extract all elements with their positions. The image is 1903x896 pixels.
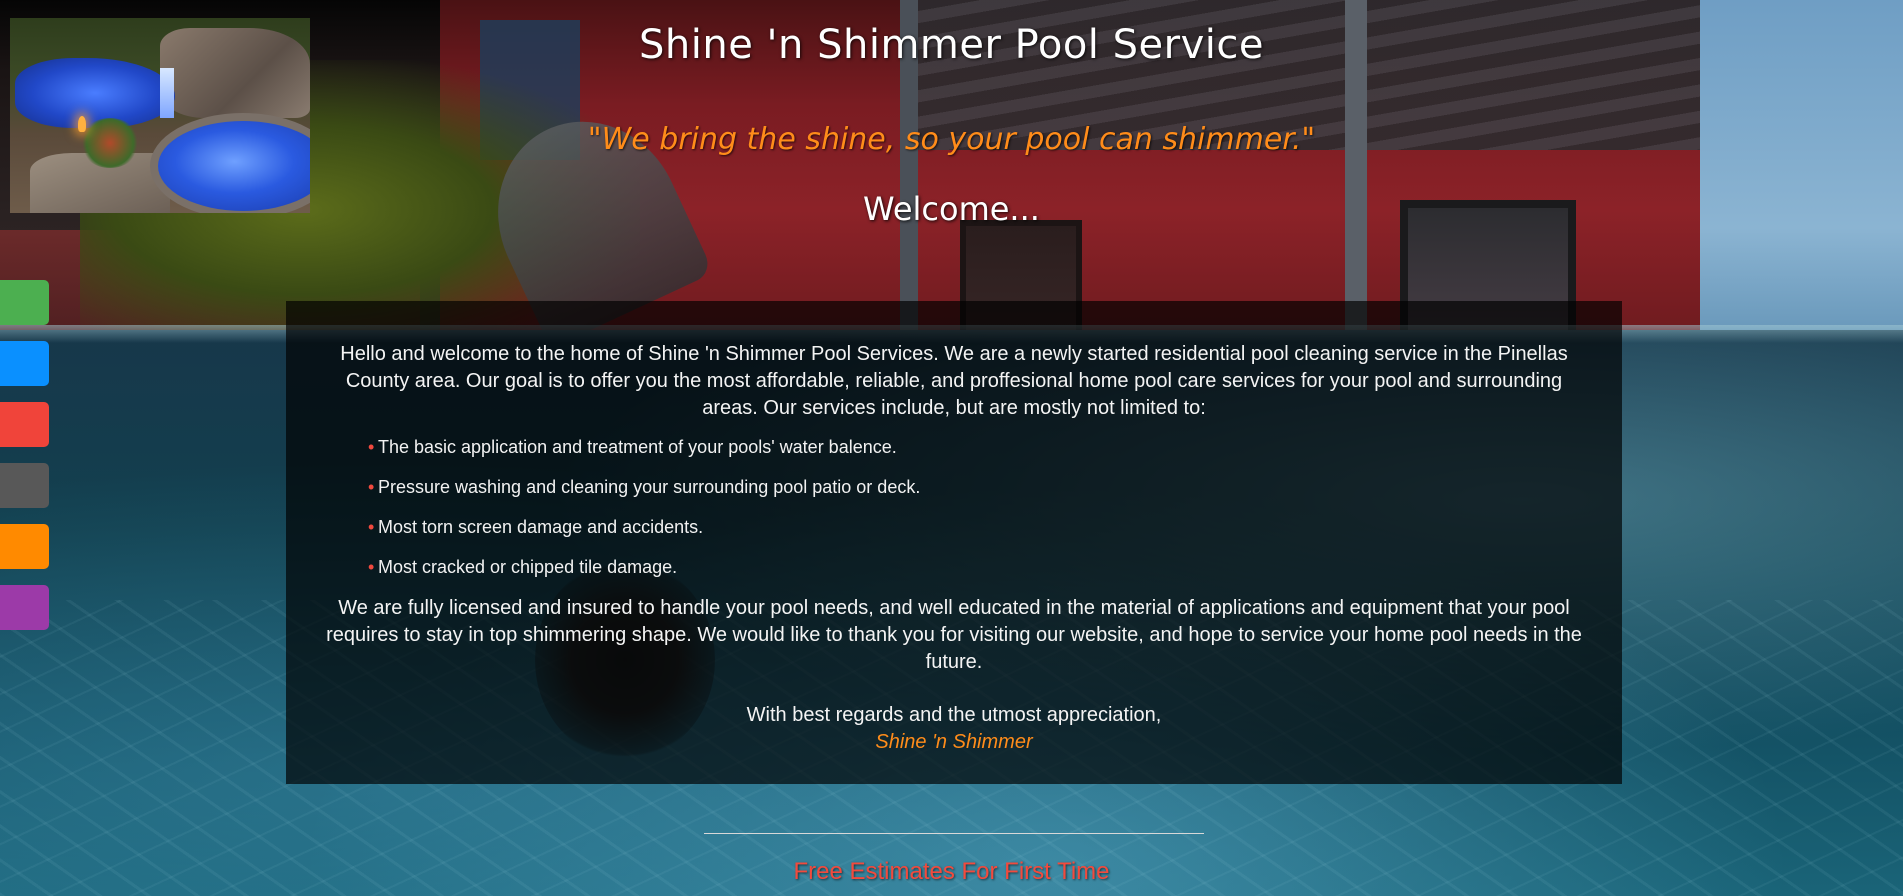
logo-waterfall	[160, 68, 174, 118]
list-item: • Pressure washing and cleaning your sur…	[316, 475, 1592, 499]
signature-text: Shine 'n Shimmer	[875, 731, 1033, 753]
section-divider	[704, 833, 1204, 834]
bullet-icon: •	[368, 477, 375, 497]
list-item: • Most torn screen damage and accidents.	[316, 515, 1592, 539]
service-text: Most cracked or chipped tile damage.	[378, 557, 678, 577]
share-button-gray[interactable]	[0, 463, 49, 508]
welcome-heading: Welcome...	[863, 190, 1040, 228]
share-button-orange[interactable]	[0, 524, 49, 569]
content-panel: Hello and welcome to the home of Shine '…	[286, 301, 1622, 784]
share-button-blue[interactable]	[0, 341, 49, 386]
service-text: The basic application and treatment of y…	[378, 437, 897, 457]
social-share-bar	[0, 280, 49, 646]
intro-paragraph: Hello and welcome to the home of Shine '…	[340, 343, 1568, 419]
service-text: Pressure washing and cleaning your surro…	[378, 477, 921, 497]
bullet-icon: •	[368, 517, 375, 537]
closing-paragraph: We are fully licensed and insured to han…	[326, 597, 1582, 673]
site-title: Shine 'n Shimmer Pool Service	[639, 22, 1264, 68]
regards-text: With best regards and the utmost appreci…	[746, 704, 1162, 726]
tagline: "We bring the shine, so your pool can sh…	[587, 122, 1316, 157]
service-text: Most torn screen damage and accidents.	[378, 517, 704, 537]
services-list: • The basic application and treatment of…	[316, 435, 1592, 579]
share-button-purple[interactable]	[0, 585, 49, 630]
list-item: • The basic application and treatment of…	[316, 435, 1592, 459]
list-item: • Most cracked or chipped tile damage.	[316, 555, 1592, 579]
free-estimates-heading: Free Estimates For First Time	[793, 858, 1110, 885]
bullet-icon: •	[368, 557, 375, 577]
logo-pool	[15, 58, 175, 128]
bullet-icon: •	[368, 437, 375, 457]
share-button-red[interactable]	[0, 402, 49, 447]
share-button-green[interactable]	[0, 280, 49, 325]
